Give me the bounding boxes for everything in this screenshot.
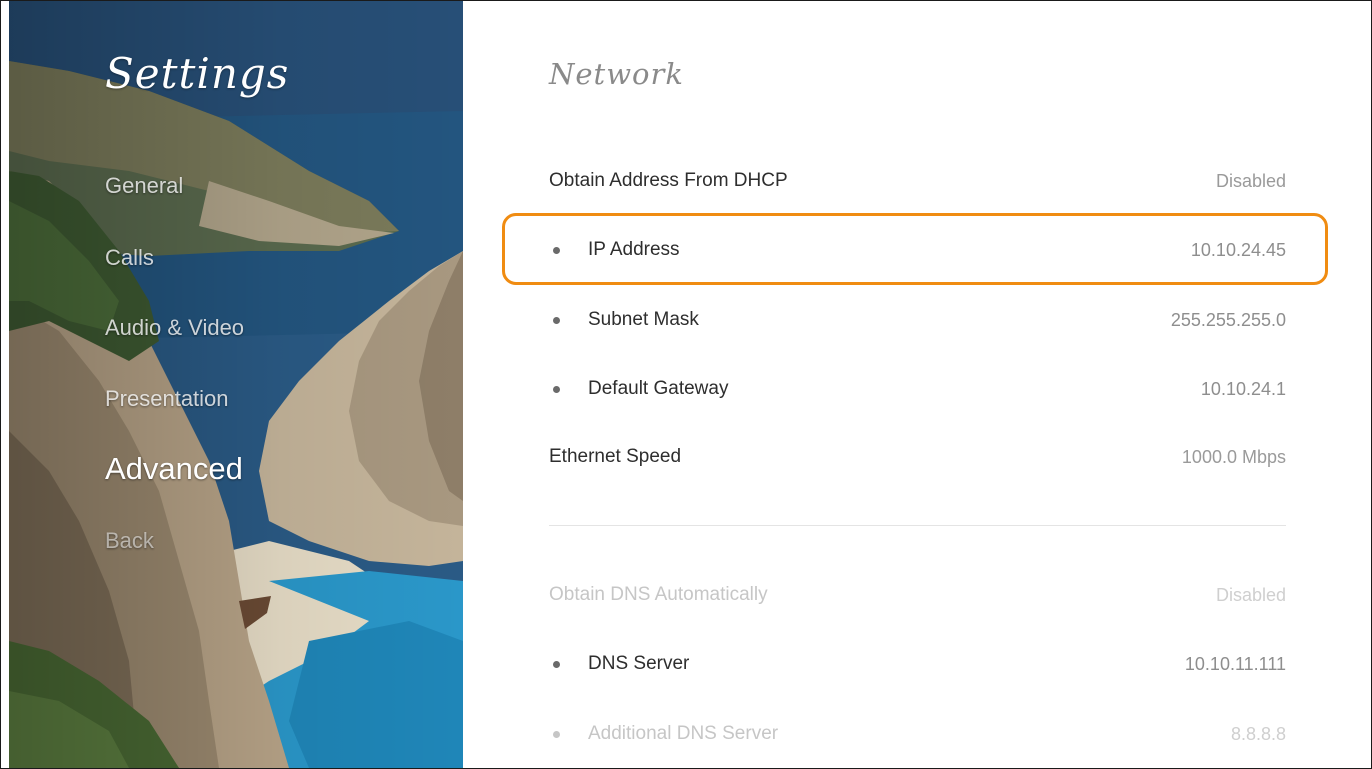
setting-label: Obtain Address From DHCP: [549, 170, 788, 191]
setting-label: Obtain DNS Automatically: [549, 584, 768, 605]
sidebar-item-back[interactable]: Back: [105, 528, 154, 554]
setting-value: 10.10.24.45: [1190, 239, 1286, 260]
sidebar-item-calls[interactable]: Calls: [105, 245, 154, 271]
bullet-icon: [553, 660, 560, 668]
setting-label: Subnet Mask: [588, 309, 699, 330]
section-divider: [549, 525, 1286, 526]
setting-value: Disabled: [1215, 170, 1286, 191]
sidebar-item-advanced[interactable]: Advanced: [105, 451, 243, 487]
setting-label: DNS Server: [588, 653, 690, 674]
bullet-icon: [553, 385, 560, 393]
setting-label: Default Gateway: [588, 378, 729, 399]
bullet-icon: [553, 246, 560, 254]
setting-value: 8.8.8.8: [1230, 723, 1286, 744]
setting-row-dns-server[interactable]: DNS Server 10.10.11.111: [549, 642, 1286, 686]
setting-label: Ethernet Speed: [549, 446, 682, 467]
setting-row-default-gateway[interactable]: Default Gateway 10.10.24.1: [549, 367, 1286, 411]
sidebar-item-general[interactable]: General: [105, 173, 183, 199]
setting-row-obtain-dns[interactable]: Obtain DNS Automatically Disabled: [549, 573, 1286, 617]
setting-value: 10.10.24.1: [1200, 378, 1286, 399]
section-title: Network: [549, 57, 684, 91]
app-window: Settings General Calls Audio & Video Pre…: [0, 0, 1372, 769]
bullet-icon: [553, 316, 560, 324]
setting-value: 10.10.11.111: [1184, 653, 1286, 674]
setting-row-additional-dns-server[interactable]: Additional DNS Server 8.8.8.8: [549, 712, 1286, 756]
sidebar-item-audio-video[interactable]: Audio & Video: [105, 315, 244, 341]
setting-row-ethernet-speed[interactable]: Ethernet Speed 1000.0 Mbps: [549, 435, 1286, 479]
setting-label: Additional DNS Server: [588, 723, 779, 744]
settings-content: Network Obtain Address From DHCP Disable…: [463, 1, 1371, 768]
setting-row-dhcp[interactable]: Obtain Address From DHCP Disabled: [549, 159, 1286, 203]
setting-row-subnet-mask[interactable]: Subnet Mask 255.255.255.0: [549, 298, 1286, 342]
setting-value: Disabled: [1215, 584, 1286, 605]
sidebar: Settings General Calls Audio & Video Pre…: [9, 1, 463, 768]
settings-title: Settings: [105, 49, 290, 98]
setting-value: 255.255.255.0: [1170, 309, 1286, 330]
setting-row-ip-address[interactable]: IP Address 10.10.24.45: [549, 228, 1286, 272]
bullet-icon: [553, 730, 560, 738]
setting-label: IP Address: [588, 239, 680, 260]
sidebar-overlay: [9, 1, 463, 768]
setting-value: 1000.0 Mbps: [1181, 446, 1286, 467]
sidebar-item-presentation[interactable]: Presentation: [105, 386, 229, 412]
